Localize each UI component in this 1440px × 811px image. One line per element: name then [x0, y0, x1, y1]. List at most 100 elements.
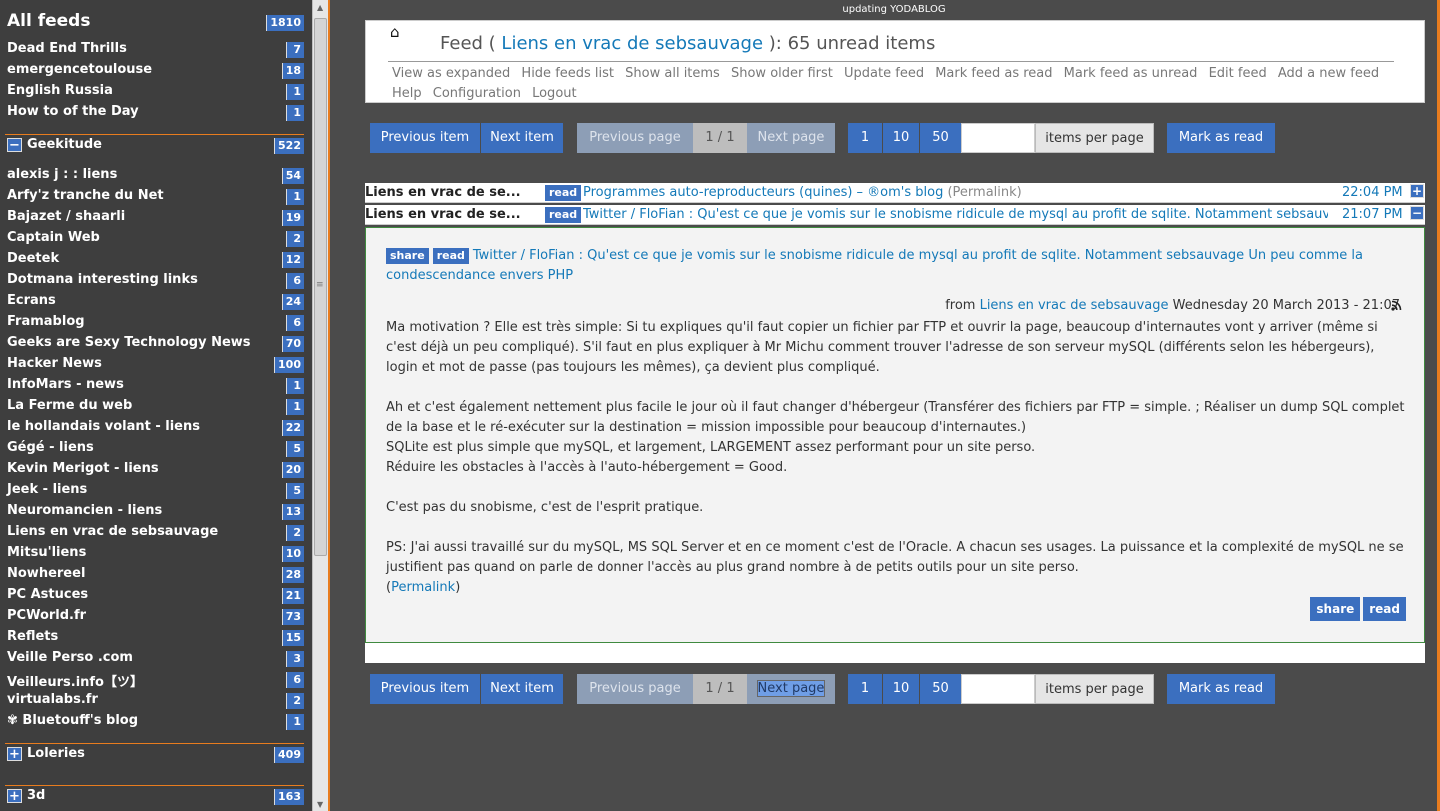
sidebar-feed-item[interactable]: emergencetoulouse 18 — [0, 61, 312, 81]
menu-item[interactable]: Edit feed — [1209, 66, 1267, 81]
sidebar-feed-item[interactable]: Framablog 6 — [0, 313, 312, 333]
home-icon[interactable]: ⌂ — [390, 23, 400, 41]
article-title-link[interactable]: Twitter / FloFian : Qu'est ce que je vom… — [386, 248, 1363, 283]
sidebar-feed-item[interactable]: ✾ Bluetouff's blog 1 — [0, 712, 312, 732]
sidebar-feed-item[interactable]: alexis j : : liens 54 — [0, 166, 312, 186]
share-button[interactable]: share — [1310, 597, 1361, 621]
read-button[interactable]: read — [1363, 597, 1406, 621]
share-button[interactable]: share — [386, 248, 429, 264]
menu-item[interactable]: Help — [392, 86, 422, 101]
next-item-button[interactable]: Next item — [481, 123, 563, 153]
sidebar-scrollbar[interactable]: ▲ ≡ ▼ — [312, 0, 328, 811]
previous-page-button[interactable]: Previous page — [577, 674, 693, 704]
next-page-button[interactable]: Next page — [747, 674, 835, 704]
sidebar-feed-item[interactable]: Gégé - liens 5 — [0, 439, 312, 459]
sidebar-feed-item[interactable]: Captain Web 2 — [0, 229, 312, 249]
mark-as-read-button[interactable]: Mark as read — [1167, 674, 1275, 704]
sidebar-feed-item[interactable]: Kevin Merigot - liens 20 — [0, 460, 312, 480]
menu-item[interactable]: Add a new feed — [1278, 66, 1379, 81]
sidebar-feed-item[interactable]: Veilleurs.info【ツ】 6 — [0, 670, 312, 690]
sidebar-feed-item[interactable]: Veille Perso .com 3 — [0, 649, 312, 669]
next-page-button[interactable]: Next page — [747, 123, 835, 153]
menu-item[interactable]: Mark feed as unread — [1064, 66, 1198, 81]
menu-item[interactable]: Update feed — [844, 66, 924, 81]
feed-unread-count: 28 — [281, 567, 304, 583]
sidebar-feed-item[interactable]: Hacker News 100 — [0, 355, 312, 375]
items-per-page-input[interactable] — [961, 123, 1035, 153]
feed-unread-count: 1 — [286, 84, 304, 100]
sidebar-feed-item[interactable]: le hollandais volant - liens 22 — [0, 418, 312, 438]
feed-label: English Russia — [7, 83, 113, 98]
scroll-down-icon[interactable]: ▼ — [317, 800, 323, 809]
item-permalink[interactable]: (Permalink) — [947, 185, 1021, 200]
read-button[interactable]: read — [545, 207, 582, 223]
expand-icon[interactable]: + — [7, 747, 22, 761]
expand-icon[interactable]: + — [1410, 184, 1424, 198]
sidebar-category-3d[interactable]: + 3d 163 — [0, 787, 312, 807]
read-button[interactable]: read — [545, 185, 582, 201]
expand-icon[interactable]: + — [7, 789, 22, 803]
sidebar-feed-item[interactable]: Geeks are Sexy Technology News 70 — [0, 334, 312, 354]
per-page-1-button[interactable]: 1 — [848, 123, 882, 153]
feed-unread-count: 2 — [286, 525, 304, 541]
sidebar-edge — [328, 0, 330, 811]
sidebar-feed-item[interactable]: Nowhereel 28 — [0, 565, 312, 585]
sidebar-feed-item[interactable]: Liens en vrac de sebsauvage 2 — [0, 523, 312, 543]
previous-page-button[interactable]: Previous page — [577, 123, 693, 153]
collapse-icon[interactable]: − — [1410, 206, 1424, 220]
feed-title-link[interactable]: Liens en vrac de sebsauvage — [501, 33, 763, 54]
item-row[interactable]: Liens en vrac de se... read Twitter / FloF… — [365, 205, 1425, 225]
article-feed-link[interactable]: Liens en vrac de sebsauvage — [980, 298, 1169, 313]
feed-unread-count: 1 — [286, 399, 304, 415]
menu-item[interactable]: Show older first — [731, 66, 833, 81]
item-row[interactable]: Liens en vrac de se... read Programmes aut… — [365, 183, 1425, 203]
feed-label: virtualabs.fr — [7, 692, 98, 707]
mark-as-read-button[interactable]: Mark as read — [1167, 123, 1275, 153]
sidebar-feed-item[interactable]: Neuromancien - liens 13 — [0, 502, 312, 522]
sidebar-feed-item[interactable]: Mitsu'liens 10 — [0, 544, 312, 564]
per-page-1-button[interactable]: 1 — [848, 674, 882, 704]
per-page-10-button[interactable]: 10 — [883, 123, 919, 153]
item-title[interactable]: Programmes auto-reproducteurs (quines) –… — [583, 185, 1328, 200]
menu-item[interactable]: Configuration — [433, 86, 521, 101]
sidebar-feed-item[interactable]: InfoMars - news 1 — [0, 376, 312, 396]
collapse-icon[interactable]: − — [7, 138, 22, 152]
sidebar-feed-item[interactable]: Deetek 12 — [0, 250, 312, 270]
sidebar-feed-item[interactable]: Jeek - liens 5 — [0, 481, 312, 501]
sidebar-feed-item[interactable]: Bajazet / shaarli 19 — [0, 208, 312, 228]
sidebar-feed-item[interactable]: PCWorld.fr 73 — [0, 607, 312, 627]
menu-item[interactable]: Mark feed as read — [935, 66, 1052, 81]
sidebar-feed-item[interactable]: Dead End Thrills 7 — [0, 40, 312, 60]
per-page-50-button[interactable]: 50 — [920, 674, 961, 704]
sidebar-category-loleries[interactable]: + Loleries 409 — [0, 745, 312, 765]
sidebar-feed-item[interactable]: Arfy'z tranche du Net 1 — [0, 187, 312, 207]
per-page-10-button[interactable]: 10 — [883, 674, 919, 704]
feed-unread-count: 1 — [286, 189, 304, 205]
scroll-up-icon[interactable]: ▲ — [317, 3, 323, 12]
sidebar-feed-item[interactable]: Ecrans 24 — [0, 292, 312, 312]
menu-item[interactable]: Logout — [532, 86, 577, 101]
sidebar-feed-item[interactable]: How to of the Day 1 — [0, 103, 312, 123]
sidebar-feed-item[interactable]: English Russia 1 — [0, 82, 312, 102]
rss-icon[interactable] — [1391, 300, 1402, 314]
per-page-50-button[interactable]: 50 — [920, 123, 961, 153]
read-button[interactable]: read — [432, 248, 469, 264]
items-per-page-input[interactable] — [961, 674, 1035, 704]
menu-item[interactable]: View as expanded — [392, 66, 510, 81]
sidebar-feed-item[interactable]: virtualabs.fr 2 — [0, 691, 312, 711]
menu-item[interactable]: Show all items — [625, 66, 720, 81]
sidebar-feed-item[interactable]: PC Astuces 21 — [0, 586, 312, 606]
article-permalink[interactable]: Permalink — [391, 580, 455, 595]
sidebar-category-geekitude[interactable]: − Geekitude 522 — [0, 136, 312, 156]
sidebar-all-feeds[interactable]: All feeds 1810 — [0, 11, 312, 31]
sidebar-feed-item[interactable]: Dotmana interesting links 6 — [0, 271, 312, 291]
previous-item-button[interactable]: Previous item — [370, 674, 480, 704]
feed-label: Mitsu'liens — [7, 545, 87, 560]
menu-item[interactable]: Hide feeds list — [521, 66, 614, 81]
sidebar-feed-item[interactable]: Reflets 15 — [0, 628, 312, 648]
feed-unread-count: 24 — [281, 294, 304, 310]
sidebar-feed-item[interactable]: La Ferme du web 1 — [0, 397, 312, 417]
next-item-button[interactable]: Next item — [481, 674, 563, 704]
previous-item-button[interactable]: Previous item — [370, 123, 480, 153]
item-title[interactable]: Twitter / FloFian : Qu'est ce que je vom… — [583, 207, 1328, 222]
